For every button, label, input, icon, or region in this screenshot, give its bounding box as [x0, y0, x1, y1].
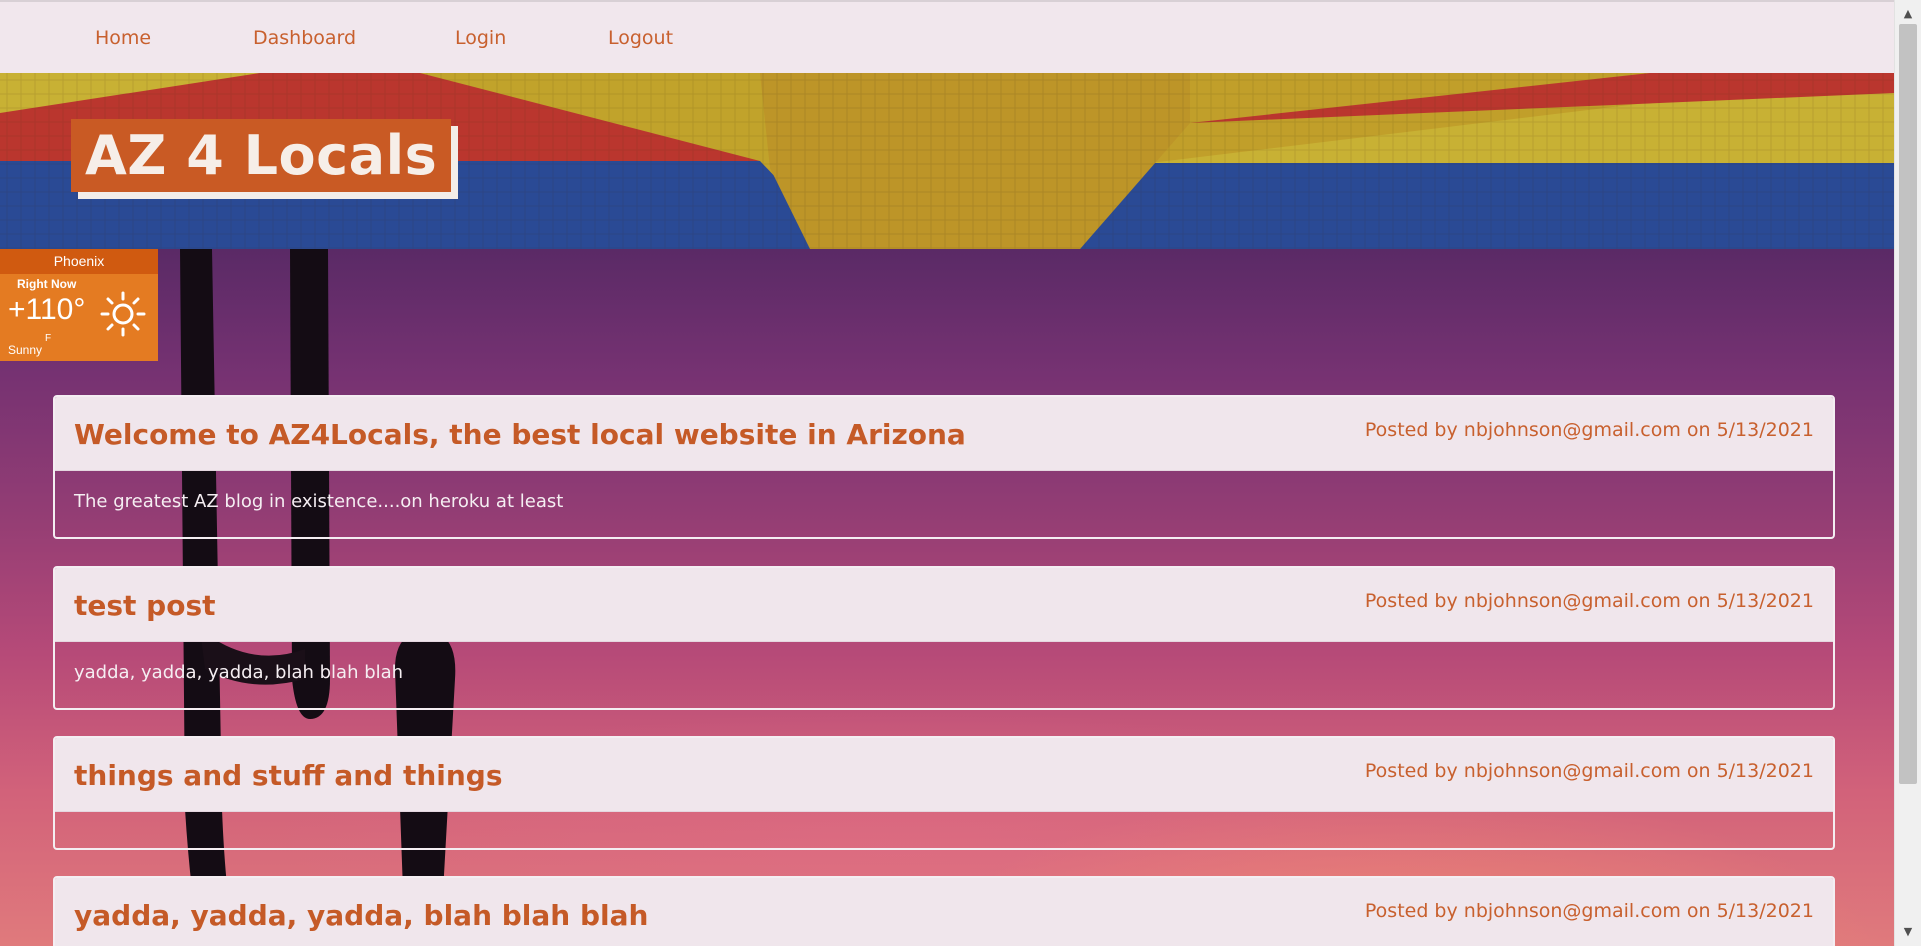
- weather-temperature: +110°: [8, 293, 86, 326]
- post-header: Welcome to AZ4Locals, the best local web…: [55, 397, 1833, 471]
- nav-home-link[interactable]: Home: [95, 27, 151, 49]
- post-body: yadda, yadda, yadda, blah blah blah: [55, 642, 1833, 708]
- weather-city: Phoenix: [0, 249, 158, 274]
- scroll-up-arrow-icon[interactable]: ▲: [1895, 4, 1921, 24]
- post-card[interactable]: yadda, yadda, yadda, blah blah blah Post…: [53, 876, 1835, 946]
- site-brand-title[interactable]: AZ 4 Locals: [71, 119, 452, 192]
- post-body: [55, 812, 1833, 848]
- header-banner: AZ 4 Locals: [0, 73, 1894, 249]
- weather-label: Right Now: [17, 277, 77, 291]
- post-body: The greatest AZ blog in existence....on …: [55, 471, 1833, 537]
- post-meta: Posted by nbjohnson@gmail.com on 5/13/20…: [1364, 900, 1814, 922]
- post-meta: Posted by nbjohnson@gmail.com on 5/13/20…: [1364, 760, 1814, 782]
- post-meta: Posted by nbjohnson@gmail.com on 5/13/20…: [1364, 419, 1814, 441]
- post-card[interactable]: test post Posted by nbjohnson@gmail.com …: [53, 566, 1835, 710]
- post-body-text: yadda, yadda, yadda, blah blah blah: [74, 662, 404, 683]
- post-header: yadda, yadda, yadda, blah blah blah Post…: [55, 878, 1833, 946]
- weather-widget[interactable]: Phoenix Right Now +110° F Sunny: [0, 249, 158, 361]
- nav-dashboard-link[interactable]: Dashboard: [253, 27, 356, 49]
- post-title[interactable]: yadda, yadda, yadda, blah blah blah: [74, 899, 648, 932]
- post-header: test post Posted by nbjohnson@gmail.com …: [55, 568, 1833, 642]
- weather-condition: Sunny: [8, 343, 43, 357]
- nav-logout-link[interactable]: Logout: [608, 27, 673, 49]
- sun-icon: [100, 291, 146, 337]
- scroll-down-arrow-icon[interactable]: ▼: [1895, 922, 1921, 942]
- top-nav: Home Dashboard Login Logout: [0, 0, 1894, 73]
- post-title[interactable]: things and stuff and things: [74, 759, 503, 792]
- post-title[interactable]: Welcome to AZ4Locals, the best local web…: [74, 418, 966, 451]
- post-header: things and stuff and things Posted by nb…: [55, 738, 1833, 812]
- vertical-scrollbar[interactable]: ▲ ▼: [1894, 0, 1921, 946]
- post-card[interactable]: Welcome to AZ4Locals, the best local web…: [53, 395, 1835, 539]
- post-title[interactable]: test post: [74, 589, 216, 622]
- nav-login-link[interactable]: Login: [455, 27, 506, 49]
- scrollbar-thumb[interactable]: [1899, 24, 1917, 784]
- page: Home Dashboard Login Logout AZ 4 Locals: [0, 0, 1894, 946]
- post-body-text: The greatest AZ blog in existence....on …: [74, 491, 564, 512]
- post-card[interactable]: things and stuff and things Posted by nb…: [53, 736, 1835, 850]
- weather-unit: F: [45, 333, 52, 344]
- post-meta: Posted by nbjohnson@gmail.com on 5/13/20…: [1364, 590, 1814, 612]
